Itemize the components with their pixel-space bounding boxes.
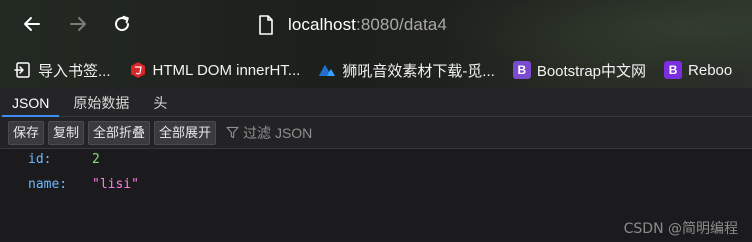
- json-value: "lisi": [92, 177, 139, 192]
- json-value: 2: [92, 152, 100, 167]
- filter-icon: [226, 126, 239, 139]
- url-host: localhost: [288, 15, 356, 34]
- viewer-tabs: JSON 原始数据 头: [0, 88, 752, 117]
- tab-json[interactable]: JSON: [0, 90, 61, 117]
- import-icon: [14, 61, 32, 79]
- forward-arrow-icon: [70, 17, 86, 31]
- bookmark-reboot[interactable]: B Reboo: [664, 56, 732, 84]
- forward-button[interactable]: [66, 12, 90, 36]
- browser-chrome: localhost:8080/data4 导入书签... HTML DOM in…: [0, 0, 752, 88]
- save-button[interactable]: 保存: [8, 120, 45, 145]
- json-key: id:: [28, 152, 52, 167]
- filter-json-input[interactable]: 过滤 JSON: [226, 123, 312, 143]
- json-key: name:: [28, 177, 68, 192]
- json-row-id[interactable]: id: 2: [28, 150, 100, 170]
- bookmark-import[interactable]: 导入书签...: [14, 56, 111, 84]
- json-toolbar: 保存 复制 全部折叠 全部展开 过滤 JSON: [0, 117, 752, 149]
- back-button[interactable]: [20, 12, 44, 36]
- bookmark-label: Reboo: [688, 61, 733, 79]
- expand-all-button[interactable]: 全部展开: [154, 120, 217, 145]
- navigation-bar: localhost:8080/data4: [0, 0, 752, 52]
- json-row-name[interactable]: name: "lisi": [28, 175, 139, 195]
- sound-site-icon: [318, 61, 336, 79]
- tab-headers[interactable]: 头: [141, 90, 179, 116]
- bookmarks-bar: 导入书签... HTML DOM innerHT... 狮吼音效素材下载-觅..…: [0, 54, 752, 86]
- bookmark-html-dom[interactable]: HTML DOM innerHT...: [129, 56, 301, 84]
- bookmark-label: 导入书签...: [38, 62, 111, 80]
- bookmark-label: HTML DOM innerHT...: [152, 61, 301, 79]
- copy-button[interactable]: 复制: [48, 120, 85, 145]
- address-bar[interactable]: localhost:8080/data4: [258, 12, 447, 38]
- page-info-icon[interactable]: [258, 15, 274, 35]
- reload-button[interactable]: [110, 12, 134, 36]
- tab-raw-data[interactable]: 原始数据: [61, 90, 141, 116]
- reload-icon: [115, 15, 130, 32]
- bookmark-label: Bootstrap中文网: [536, 62, 647, 80]
- bootstrap-icon: B: [664, 61, 683, 79]
- collapse-all-button[interactable]: 全部折叠: [88, 120, 151, 145]
- bookmark-sound[interactable]: 狮吼音效素材下载-觅...: [318, 56, 495, 84]
- html-site-icon: [129, 61, 147, 79]
- json-viewer: JSON 原始数据 头 保存 复制 全部折叠 全部展开 过滤 JSON id: 2…: [0, 88, 752, 242]
- filter-placeholder: 过滤 JSON: [243, 124, 313, 141]
- back-arrow-icon: [24, 17, 40, 31]
- url-text[interactable]: localhost:8080/data4: [288, 15, 447, 35]
- bookmark-label: 狮吼音效素材下载-觅...: [342, 62, 495, 80]
- bootstrap-icon: B: [512, 61, 531, 79]
- bookmark-bootstrap[interactable]: B Bootstrap中文网: [512, 56, 647, 84]
- watermark: CSDN @简明编程: [623, 221, 738, 237]
- url-path: :8080/data4: [356, 15, 447, 34]
